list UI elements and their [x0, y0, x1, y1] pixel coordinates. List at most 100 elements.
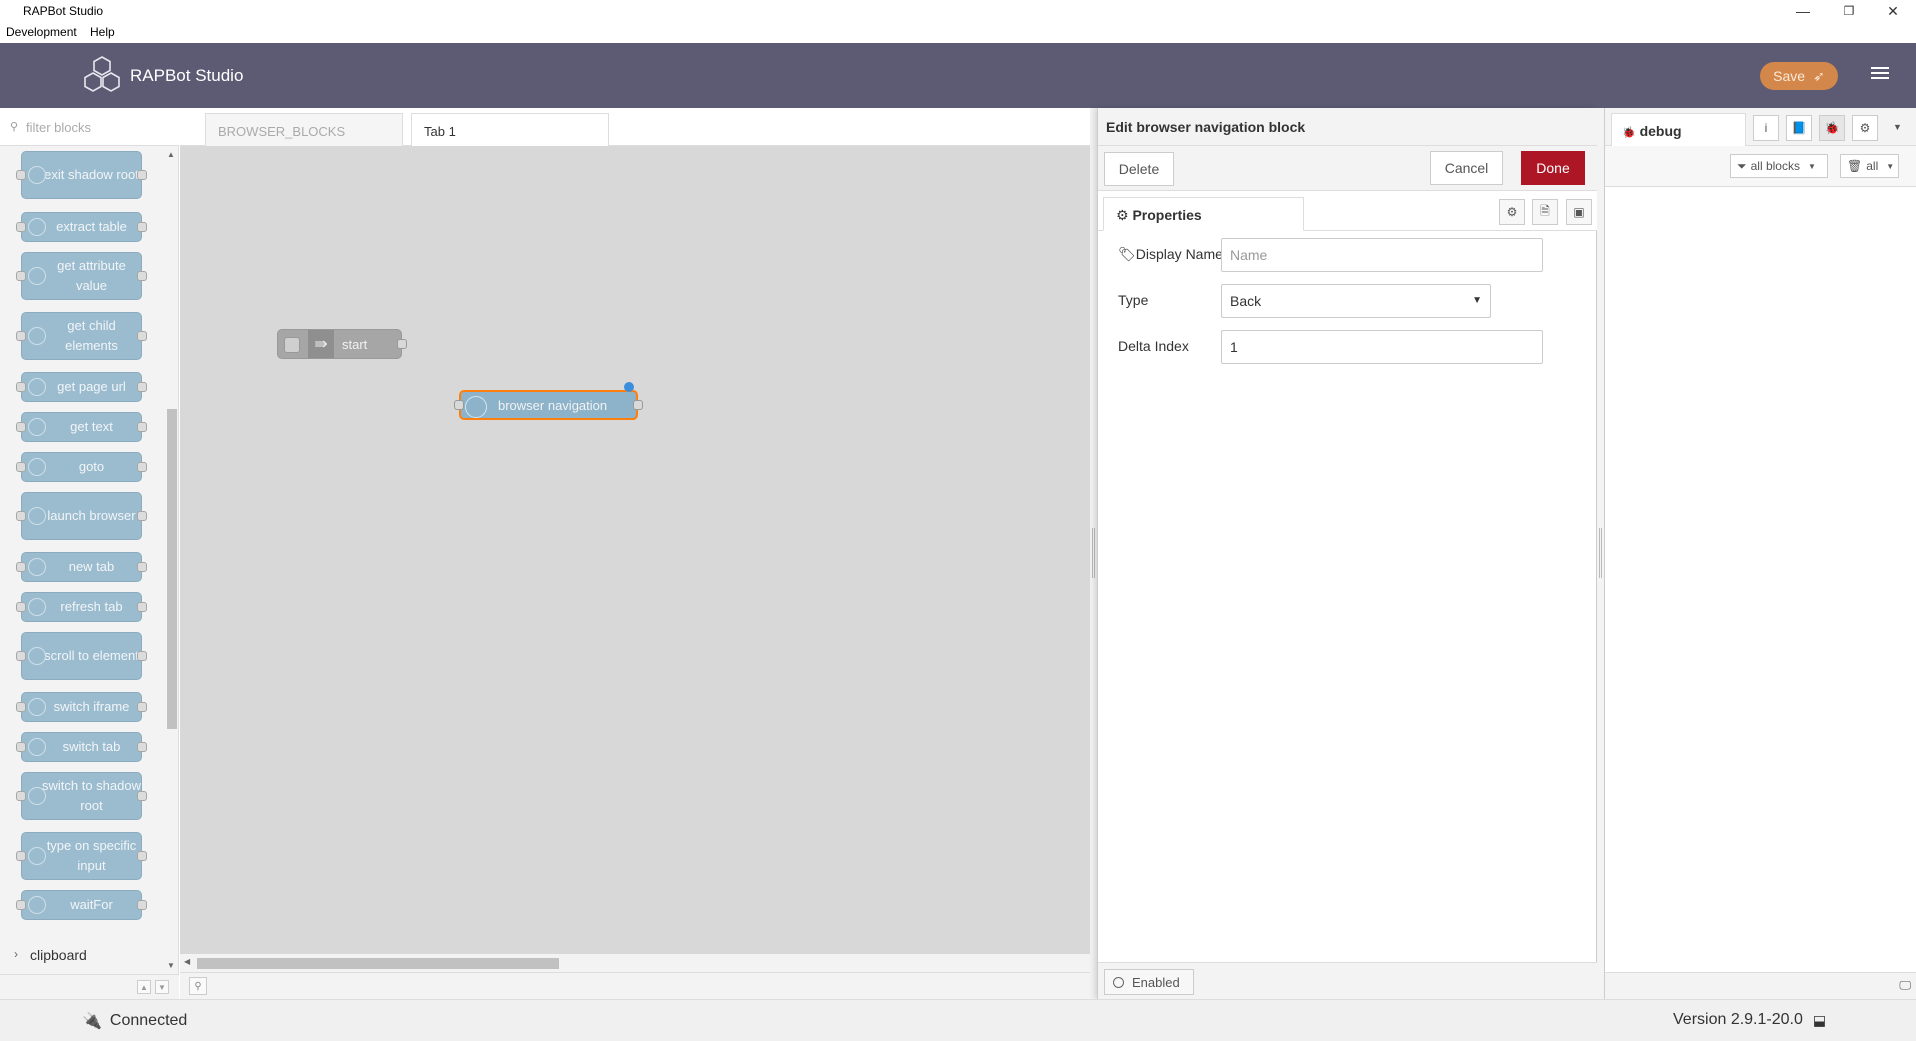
- palette-node[interactable]: switch tab: [16, 732, 147, 762]
- config-gear-icon[interactable]: ⚙: [1852, 115, 1878, 141]
- collapse-up-icon[interactable]: ▲: [137, 980, 151, 994]
- palette-scroll-thumb[interactable]: [167, 409, 177, 729]
- palette-node-label: refresh tab: [60, 599, 123, 614]
- palette-node-label: new tab: [68, 559, 115, 574]
- filter-label: all blocks: [1750, 159, 1800, 173]
- plug-icon: 🔌: [82, 1013, 102, 1030]
- menu-bar: Development Help: [0, 22, 1916, 43]
- tab-properties[interactable]: ⚙ Properties: [1103, 197, 1304, 231]
- maximize-button[interactable]: ❐: [1826, 0, 1872, 22]
- sidebar-splitter[interactable]: [1597, 108, 1604, 999]
- palette-node[interactable]: exit shadow root: [16, 151, 147, 199]
- delta-index-input[interactable]: 1: [1221, 330, 1543, 364]
- output-port: [137, 562, 147, 572]
- palette-node-label: switch iframe: [53, 699, 130, 714]
- description-doc-icon[interactable]: 🗎: [1532, 199, 1558, 225]
- debug-filter-dropdown[interactable]: ⏷ all blocks ▼: [1730, 154, 1828, 178]
- input-port: [16, 511, 26, 521]
- canvas-hscroll-thumb[interactable]: [197, 958, 559, 969]
- tab-tab-1[interactable]: Tab 1: [411, 113, 609, 147]
- palette-node-label: launch browser: [47, 508, 136, 523]
- browser-navigation-node[interactable]: browser navigation: [454, 382, 643, 420]
- globe-icon: [28, 507, 46, 525]
- input-port[interactable]: [454, 400, 464, 410]
- palette-node[interactable]: switch to shadow root: [16, 772, 147, 820]
- monitor-icon[interactable]: 🖵: [1899, 978, 1911, 993]
- globe-icon: [28, 598, 46, 616]
- version-label: Version 2.9.1-20.0: [1673, 1011, 1803, 1028]
- save-button[interactable]: Save ➶: [1760, 62, 1838, 90]
- type-label: Type: [1118, 292, 1149, 308]
- input-port: [16, 791, 26, 801]
- menu-development[interactable]: Development: [6, 25, 77, 39]
- palette-node[interactable]: get page url: [16, 372, 147, 402]
- globe-icon: [28, 738, 46, 756]
- palette-node[interactable]: get child elements: [16, 312, 147, 360]
- chevron-down-icon[interactable]: ▼: [1893, 122, 1902, 132]
- display-name-input[interactable]: Name: [1221, 238, 1543, 272]
- output-port: [137, 170, 147, 180]
- inject-button-icon[interactable]: [284, 337, 300, 353]
- output-port: [137, 422, 147, 432]
- palette-node-label: get text: [70, 419, 113, 434]
- palette-node[interactable]: switch iframe: [16, 692, 147, 722]
- palette-node[interactable]: type on specific input: [16, 832, 147, 880]
- window-titlebar: RAPBot Studio — ❐ ✕: [0, 0, 1916, 22]
- help-book-icon[interactable]: 📘: [1786, 115, 1812, 141]
- delete-button[interactable]: Delete: [1104, 152, 1174, 186]
- appearance-icon[interactable]: ▣: [1566, 199, 1592, 225]
- tab-browser-blocks[interactable]: BROWSER_BLOCKS: [205, 113, 403, 146]
- input-port: [16, 271, 26, 281]
- palette-node[interactable]: goto: [16, 452, 147, 482]
- output-port: [137, 702, 147, 712]
- hamburger-menu-icon[interactable]: [1867, 64, 1893, 86]
- type-select[interactable]: Back ▼: [1221, 284, 1491, 318]
- arrow-right-icon: ⇛: [308, 330, 334, 358]
- info-icon[interactable]: i: [1753, 115, 1779, 141]
- filter-blocks-input[interactable]: ⚲ filter blocks: [0, 108, 179, 146]
- palette-node[interactable]: get attribute value: [16, 252, 147, 300]
- palette-node[interactable]: waitFor: [16, 890, 147, 920]
- palette-node[interactable]: refresh tab: [16, 592, 147, 622]
- tab-debug[interactable]: 🐞 debug: [1611, 113, 1746, 146]
- palette-node[interactable]: extract table: [16, 212, 147, 242]
- palette-node[interactable]: new tab: [16, 552, 147, 582]
- debug-clear-dropdown[interactable]: 🗑 all ▼: [1840, 154, 1899, 178]
- palette-category-clipboard[interactable]: › clipboard: [0, 944, 165, 966]
- enabled-label: Enabled: [1132, 974, 1180, 990]
- editor-splitter[interactable]: [1090, 108, 1097, 999]
- input-port: [16, 331, 26, 341]
- palette-node[interactable]: launch browser: [16, 492, 147, 540]
- settings-gear-icon[interactable]: ⚙: [1499, 199, 1525, 225]
- globe-icon: [28, 647, 46, 665]
- search-flows-icon[interactable]: ⚲: [189, 977, 207, 995]
- close-button[interactable]: ✕: [1870, 0, 1916, 22]
- search-icon: ⚲: [10, 121, 19, 133]
- input-port: [16, 562, 26, 572]
- debug-bug-icon[interactable]: 🐞: [1819, 115, 1845, 141]
- bug-icon: 🐞: [1622, 127, 1636, 139]
- palette-node[interactable]: get text: [16, 412, 147, 442]
- output-port: [137, 511, 147, 521]
- expand-down-icon[interactable]: ▼: [155, 980, 169, 994]
- properties-tabs: ⚙ Properties ⚙ 🗎 ▣: [1098, 191, 1598, 231]
- output-port[interactable]: [397, 339, 407, 349]
- gear-icon: ⚙: [1116, 207, 1129, 223]
- minimize-button[interactable]: —: [1780, 0, 1826, 22]
- download-update-icon[interactable]: ⬓: [1813, 1012, 1826, 1029]
- palette-node-label: exit shadow root: [44, 167, 139, 182]
- canvas-hscrollbar[interactable]: ◀: [180, 954, 1090, 972]
- sidebar-footer: 🖵: [1605, 972, 1916, 999]
- output-port[interactable]: [633, 400, 643, 410]
- delta-index-label: Delta Index: [1118, 338, 1189, 354]
- flow-canvas[interactable]: ⇛ start browser navigation: [180, 146, 1090, 954]
- menu-help[interactable]: Help: [90, 25, 115, 39]
- input-port: [16, 382, 26, 392]
- output-port: [137, 222, 147, 232]
- palette-node[interactable]: scroll to element: [16, 632, 147, 680]
- enabled-toggle[interactable]: Enabled: [1104, 969, 1194, 995]
- done-button[interactable]: Done: [1521, 151, 1585, 185]
- start-node[interactable]: ⇛ start: [277, 329, 407, 359]
- cancel-button[interactable]: Cancel: [1430, 151, 1503, 185]
- app-name: RAPBot Studio: [130, 66, 244, 85]
